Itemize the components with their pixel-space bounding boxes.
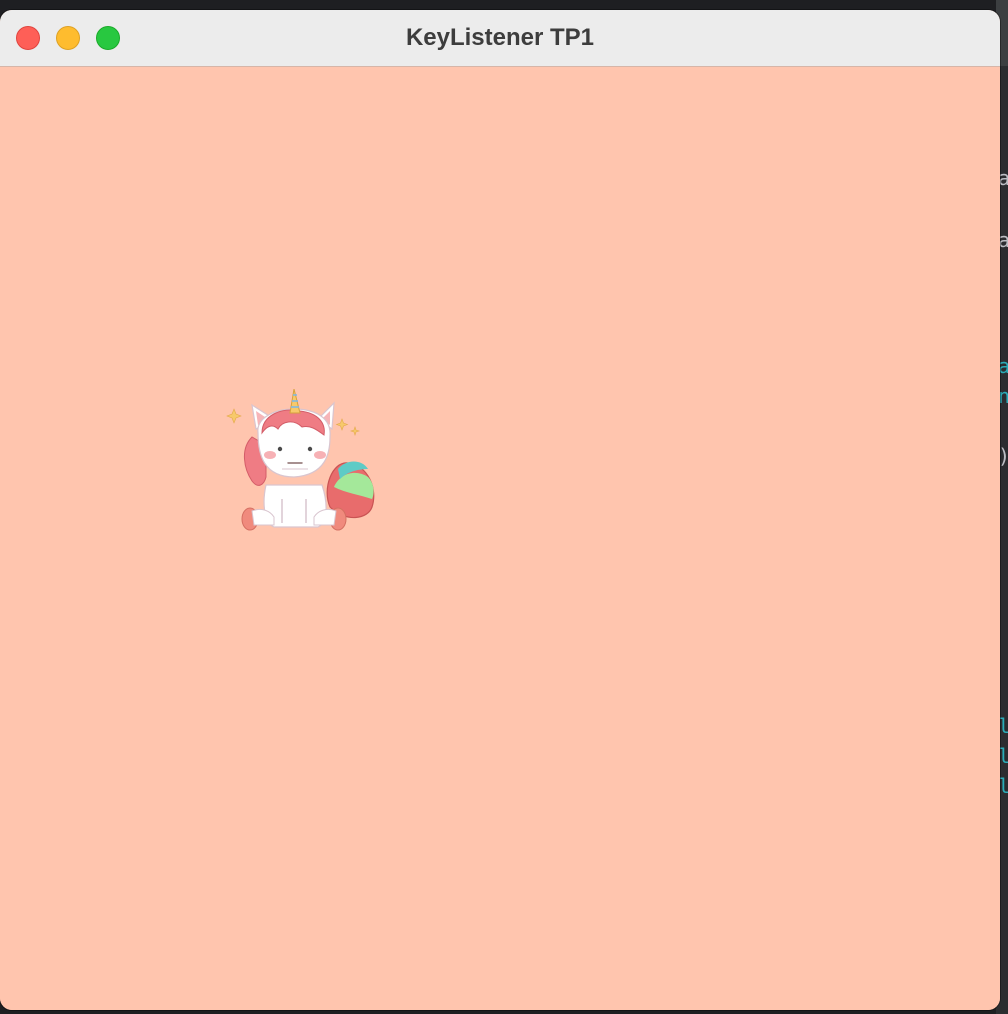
app-window: KeyListener TP1 [0,10,1000,1010]
unicorn-icon [226,389,375,531]
window-title: KeyListener TP1 [405,24,595,51]
canvas-panel[interactable] [0,67,1000,1010]
title-bar[interactable]: KeyListener TP1 [0,10,1000,67]
